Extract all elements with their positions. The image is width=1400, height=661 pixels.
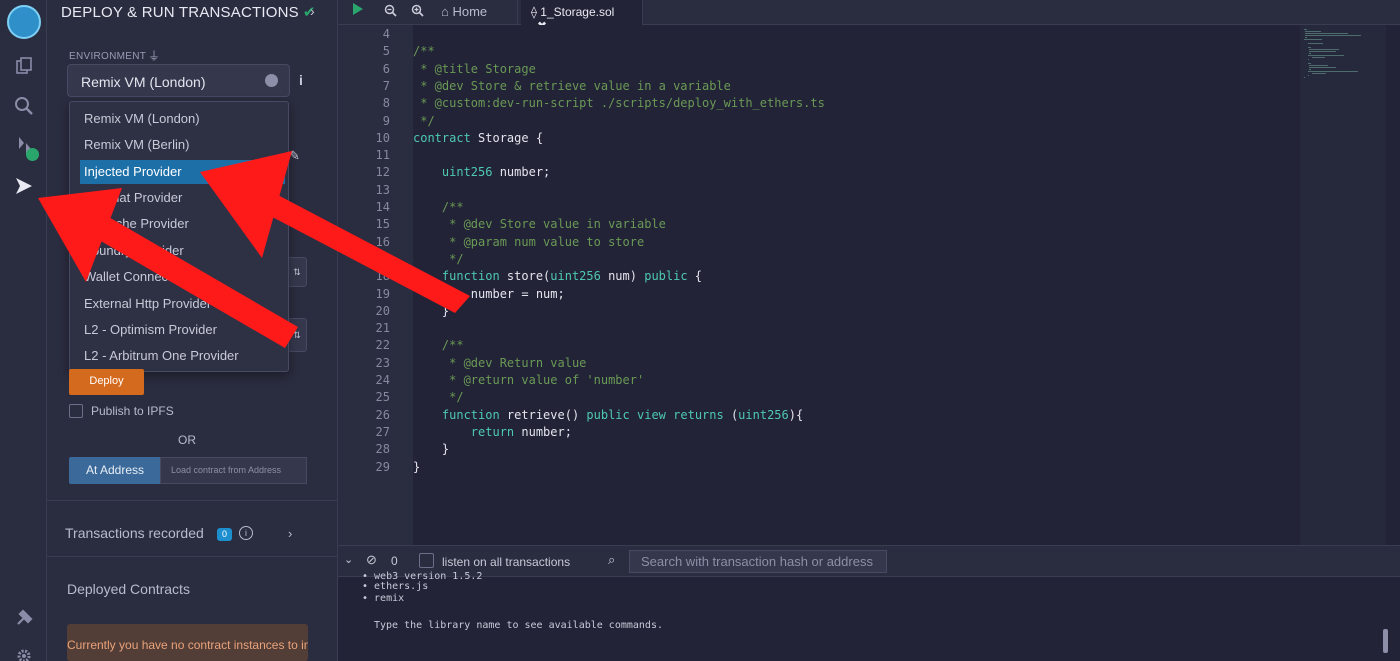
remix-ide: DEPLOY & RUN TRANSACTIONS ✔ › ENVIRONMENT… <box>0 0 1400 661</box>
annotation-arrows <box>38 151 470 348</box>
red-arrow-icon <box>200 151 470 313</box>
